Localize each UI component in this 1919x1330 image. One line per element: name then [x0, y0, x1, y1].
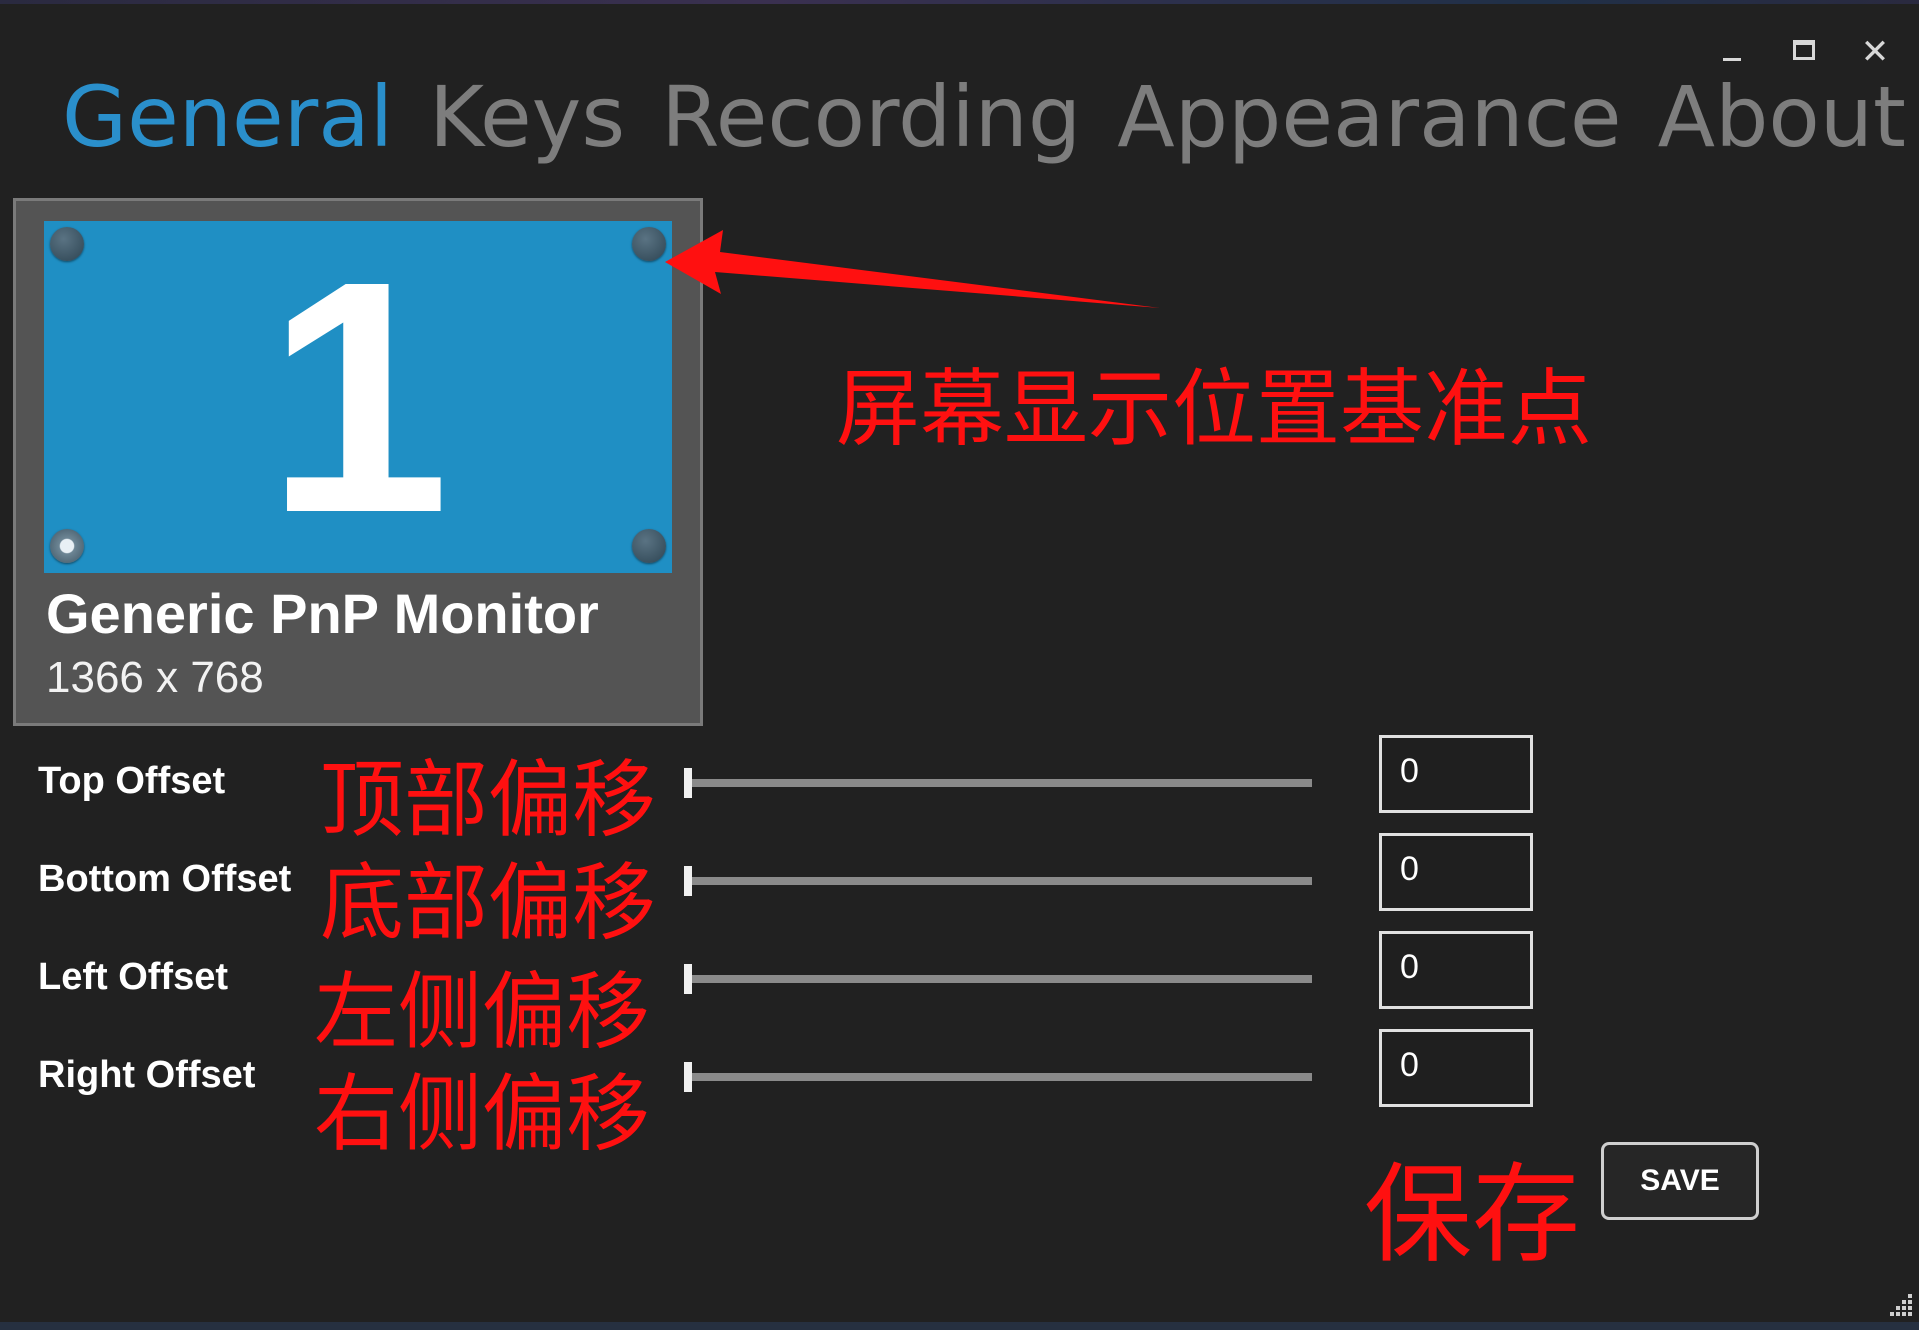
bottom-edge	[0, 1322, 1919, 1330]
right-offset-label: Right Offset	[38, 1054, 256, 1096]
slider-thumb[interactable]	[684, 768, 692, 798]
slider-thumb[interactable]	[684, 866, 692, 896]
right-offset-input[interactable]: 0	[1379, 1029, 1533, 1107]
slider-thumb[interactable]	[684, 964, 692, 994]
bottom-offset-annotation: 底部偏移	[320, 854, 657, 952]
right-offset-slider[interactable]	[684, 1062, 1316, 1092]
left-offset-slider[interactable]	[684, 964, 1316, 994]
save-button[interactable]: SAVE	[1601, 1142, 1759, 1220]
bottom-offset-input[interactable]: 0	[1379, 833, 1533, 911]
red-arrow-icon	[665, 230, 1160, 308]
slider-track	[692, 877, 1312, 885]
left-offset-label: Left Offset	[38, 956, 228, 998]
top-offset-label: Top Offset	[38, 760, 226, 802]
slider-track	[692, 1073, 1312, 1081]
bottom-offset-slider[interactable]	[684, 866, 1316, 896]
top-offset-slider[interactable]	[684, 768, 1316, 798]
slider-track	[692, 975, 1312, 983]
bottom-offset-label: Bottom Offset	[38, 858, 292, 900]
slider-thumb[interactable]	[684, 1062, 692, 1092]
save-annotation: 保存	[1364, 1153, 1581, 1278]
top-offset-input[interactable]: 0	[1379, 735, 1533, 813]
settings-window: ✕ General Keys Recording Appearance Abou…	[0, 0, 1919, 1330]
slider-track	[692, 779, 1312, 787]
left-offset-input[interactable]: 0	[1379, 931, 1533, 1009]
resize-grip-icon[interactable]	[1880, 1290, 1914, 1324]
right-offset-annotation: 右侧偏移	[314, 1065, 651, 1163]
anchor-annotation: 屏幕显示位置基准点	[836, 360, 1593, 458]
annotation-arrow	[665, 230, 1160, 308]
